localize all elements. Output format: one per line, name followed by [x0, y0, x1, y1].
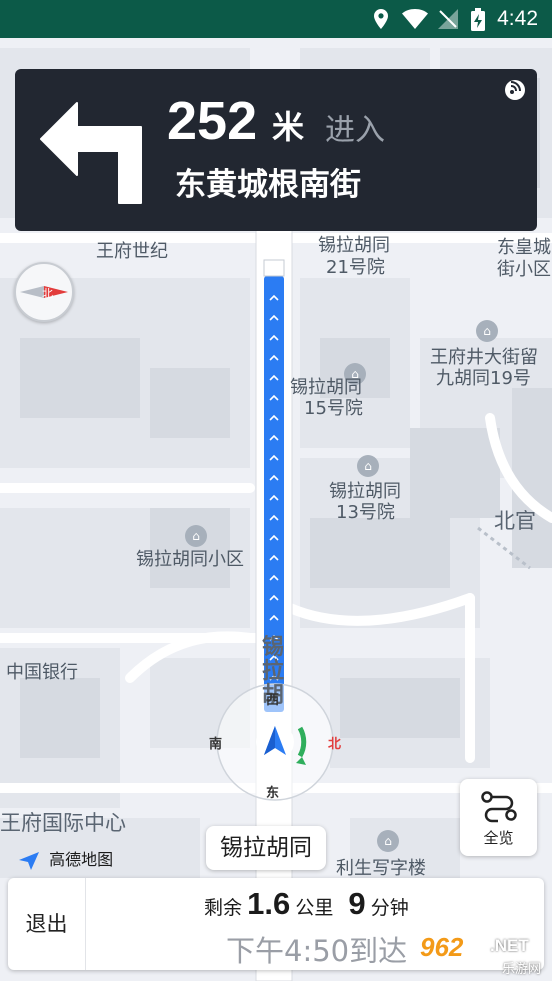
next-road-name: 东黄城根南街 — [175, 167, 361, 203]
compass-mark-north: 北 — [328, 737, 342, 752]
map-label-wangfu-shiji: 王府世纪 — [96, 241, 168, 262]
map-label-donghuangcheng-a: 东皇城 — [497, 237, 551, 258]
map-label-wangfu-intl: 王府国际中心 — [0, 811, 126, 835]
map-label-lisheng: 利生写字楼 — [336, 858, 426, 879]
location-icon — [374, 9, 388, 29]
map-label-xilahutong-15-a: 锡拉胡同 — [290, 377, 362, 398]
wifi-icon — [402, 9, 428, 29]
map-label-xilahutong-xiaoqu: 锡拉胡同小区 — [136, 549, 244, 570]
poi-icon: ⌂ — [476, 320, 498, 342]
map-label-wangfujing-a: 王府井大街留 — [430, 347, 538, 368]
poi-icon: ⌂ — [357, 455, 379, 477]
map-label-xilahutong-21-b: 21号院 — [326, 257, 385, 278]
compass-mark-south: 南 — [209, 737, 223, 752]
remain-distance-unit: 公里 — [295, 897, 334, 919]
compass-button[interactable]: 北 — [14, 262, 74, 322]
poi-icon: ⌂ — [185, 525, 207, 547]
route-overview-icon — [481, 791, 517, 823]
poi-icon: ⌂ — [377, 830, 399, 852]
compass-north-glyph: 北 — [42, 287, 53, 300]
turn-action: 进入 — [325, 113, 385, 148]
watermark-suffix: .NET — [490, 936, 529, 955]
remain-prefix: 剩余 — [204, 897, 243, 919]
watermark-text: 乐游网 — [502, 962, 542, 977]
map-label-xilahutong-13-a: 锡拉胡同 — [329, 481, 401, 502]
remaining-info: 剩余 1.6 公里 9 分钟 — [204, 886, 409, 926]
compass-mark-east: 东 — [266, 786, 280, 801]
map-label-xilahutong-13-b: 13号院 — [336, 502, 395, 523]
remain-time: 9 — [348, 886, 366, 921]
battery-charging-icon — [471, 8, 485, 31]
overview-button[interactable]: 全览 — [460, 779, 537, 856]
overview-label: 全览 — [483, 829, 514, 847]
map-label-xilahutong-21-a: 锡拉胡同 — [318, 235, 390, 256]
amap-logo-text: 高德地图 — [49, 850, 114, 869]
turn-distance: 252 — [167, 91, 258, 151]
site-watermark: 962 .NET 乐游网 — [416, 930, 546, 977]
map-label-beiguan: 北官 — [494, 509, 536, 533]
remain-distance: 1.6 — [247, 886, 291, 921]
map-label-xilahutong-15-b: 15号院 — [304, 398, 363, 419]
car-position-icon — [256, 723, 294, 761]
map-label-donghuangcheng-b: 街小区 — [497, 259, 551, 280]
remain-time-unit: 分钟 — [370, 897, 409, 919]
turn-distance-unit: 米 — [272, 108, 305, 146]
no-signal-icon — [438, 9, 458, 29]
turn-left-arrow-icon — [40, 102, 142, 204]
amap-logo: 高德地图 — [18, 846, 113, 871]
arrival-time: 下午4:50到达 — [226, 934, 408, 968]
voice-broadcast-icon[interactable] — [503, 78, 527, 102]
turn-guidance-panel: 252 米 进入 东黄城根南街 — [15, 69, 537, 231]
compass-icon: 北 — [20, 286, 68, 300]
watermark-number: 962 — [420, 932, 464, 962]
map-label-bank-of-china: 中国银行 — [6, 662, 78, 683]
clock: 4:42 — [497, 7, 538, 30]
status-bar: 4:42 — [0, 0, 552, 38]
current-road-label: 锡拉胡同 — [206, 826, 326, 870]
compass-mark-west: 西 — [266, 693, 280, 708]
exit-button[interactable]: 退出 — [8, 878, 86, 970]
map-label-wangfujing-b: 九胡同19号 — [436, 368, 531, 389]
amap-logo-icon — [19, 851, 39, 870]
